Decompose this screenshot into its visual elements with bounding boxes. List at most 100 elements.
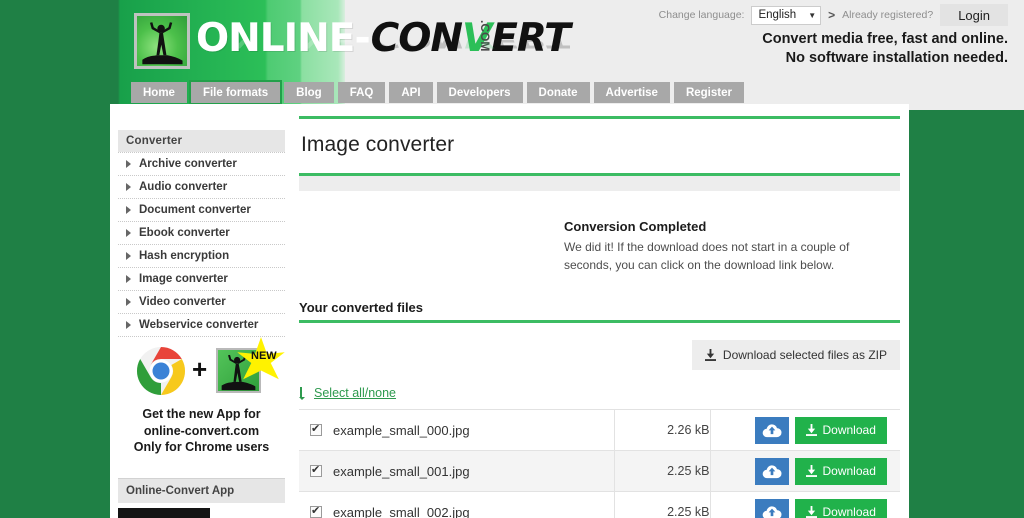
header-utility-row: Change language: English ▼ > Already reg… [659,4,1008,26]
site-header: ONLINE-CONVERT .COM ONLINE-CONVERT Chang… [0,0,1024,110]
save-to-cloud-button[interactable] [754,498,789,518]
site-logo[interactable] [134,13,190,69]
already-registered-label: Already registered? [842,9,934,21]
file-actions-cell: Download [710,492,900,518]
new-badge-label: NEW [251,350,277,362]
nav-item-home[interactable]: Home [131,82,187,103]
table-row: example_small_001.jpg2.25 kB Download [299,450,900,492]
select-all-link[interactable]: Select all/none [314,386,396,400]
sidebar-item-audio-converter[interactable]: Audio converter [118,176,285,199]
wordmark: ONLINE-CONVERT .COM [196,16,571,62]
sidebar-item-ebook-converter[interactable]: Ebook converter [118,222,285,245]
jumping-man-icon [142,22,183,65]
download-zip-label: Download selected files as ZIP [722,348,887,362]
sidebar-item-label: Ebook converter [139,227,230,239]
chevron-right-icon [126,229,131,237]
chrome-icon [136,347,186,395]
status-title: Conversion Completed [564,219,707,234]
tagline-line-1: Convert media free, fast and online. [762,31,1008,47]
download-zip-button[interactable]: Download selected files as ZIP [691,340,900,370]
file-actions-cell: Download [710,451,900,492]
change-language-label: Change language: [658,9,745,21]
nav-item-blog[interactable]: Blog [284,82,334,103]
promo-line-1: Get the new App for [142,407,261,421]
file-size-cell: 2.25 kB [614,450,711,492]
sidebar-item-list: Archive converter Audio converter Document… [118,152,285,337]
page-root: ONLINE-CONVERT .COM ONLINE-CONVERT Chang… [0,0,1024,518]
sidebar-item-document-converter[interactable]: Document converter [118,199,285,222]
download-icon [805,506,817,518]
language-select[interactable]: English ▼ [751,5,822,25]
wordmark-dash: - [354,16,371,61]
nav-item-api[interactable]: API [389,82,433,103]
sidebar-item-label: Image converter [139,273,228,285]
download-button-label: Download [822,464,876,478]
cloud-upload-icon [762,465,781,479]
nav-item-register[interactable]: Register [673,82,744,103]
sidebar-item-label: Webservice converter [139,319,259,331]
sidebar-item-image-converter[interactable]: Image converter [118,268,285,291]
wordmark-tld: .COM [478,20,492,52]
sidebar-heading: Converter [118,130,285,152]
gray-strip [299,176,900,191]
sidebar-item-label: Document converter [139,204,251,216]
save-to-cloud-button[interactable] [754,416,789,444]
new-badge-star-icon [237,337,285,380]
file-name-cell: example_small_001.jpg [333,450,615,492]
table-row: example_small_002.jpg2.25 kB Download [299,491,900,518]
chevron-right-icon [126,252,131,260]
chevron-right-icon [126,321,131,329]
select-all-arrow-icon [299,386,305,400]
zip-row: Download selected files as ZIP [299,323,900,370]
sidebar-item-label: Video converter [139,296,226,308]
sidebar-item-video-converter[interactable]: Video converter [118,291,285,314]
main-content: Image converter Conversion Completed We … [299,116,900,518]
promo-icons: + NEW [118,337,285,404]
table-row: example_small_000.jpg2.26 kB Download [299,409,900,451]
file-size-cell: 2.25 kB [614,491,711,518]
language-go-arrow-icon[interactable]: > [828,8,835,22]
page-container: Converter Archive converter Audio convert… [110,104,909,518]
sidebar-item-webservice-converter[interactable]: Webservice converter [118,314,285,337]
nav-item-advertise[interactable]: Advertise [593,82,670,103]
wordmark-con: CON [370,16,463,61]
wordmark-online: ONLINE [196,16,355,61]
nav-item-faq[interactable]: FAQ [337,82,386,103]
chevron-right-icon [126,275,131,283]
chevron-right-icon [126,160,131,168]
tagline-line-2: No software installation needed. [785,50,1008,66]
site-tagline: Convert media free, fast and online. No … [762,30,1008,68]
chrome-app-promo[interactable]: + NEW Get the new App for online-convert… [118,336,285,466]
save-to-cloud-button[interactable] [754,457,789,485]
promo-line-3: Only for Chrome users [133,440,270,454]
file-checkbox[interactable] [310,504,322,518]
wordmark-ert: ERT [491,16,571,61]
sidebar-item-hash-encryption[interactable]: Hash encryption [118,245,285,268]
page-title: Image converter [301,133,455,156]
file-actions-cell: Download [710,410,900,451]
cloud-upload-icon [762,506,781,518]
logo-background [137,16,187,66]
sidebar-item-archive-converter[interactable]: Archive converter [118,152,285,176]
nav-item-file-formats[interactable]: File formats [188,80,283,105]
file-checkbox[interactable] [310,422,322,436]
download-icon [805,465,817,477]
chevron-down-icon: ▼ [808,10,817,20]
chevron-right-icon [126,298,131,306]
nav-item-developers[interactable]: Developers [436,82,523,103]
download-button-label: Download [822,505,876,518]
language-select-value: English [758,9,797,21]
sidebar-item-label: Archive converter [139,158,237,170]
download-button[interactable]: Download [794,457,887,485]
sidebar-app-heading: Online-Convert App [118,478,285,503]
nav-item-donate[interactable]: Donate [526,82,590,103]
chevron-right-icon [126,183,131,191]
download-button[interactable]: Download [794,498,887,518]
login-button[interactable]: Login [940,4,1008,26]
download-button[interactable]: Download [794,416,887,444]
file-checkbox-cell [299,492,333,518]
file-checkbox[interactable] [310,463,322,477]
download-button-label: Download [822,423,876,437]
promo-text: Get the new App for online-convert.com O… [118,404,285,466]
files-section-title: Your converted files [299,300,424,315]
